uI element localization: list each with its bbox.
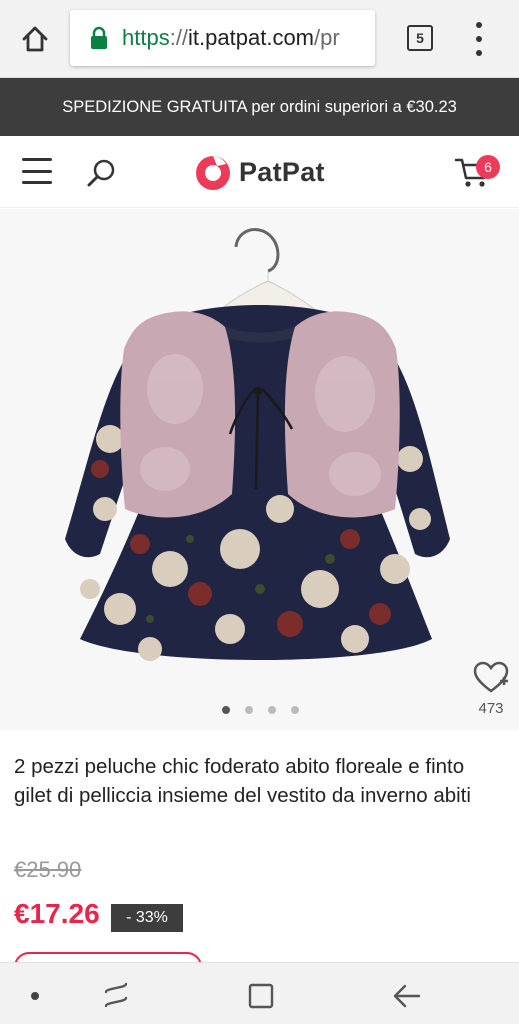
carousel-dots	[222, 706, 299, 714]
wishlist-count: 473	[478, 700, 504, 717]
site-logo[interactable]: PatPat	[193, 152, 325, 192]
hamburger-icon[interactable]	[22, 158, 52, 184]
promo-text: SPEDIZIONE GRATUITA per ordini superiori…	[62, 97, 457, 116]
home-square-icon[interactable]	[247, 982, 275, 1010]
product-gallery[interactable]: 473	[0, 209, 519, 730]
recent-apps-icon[interactable]	[100, 980, 132, 1012]
url-scheme: https	[122, 25, 170, 50]
browser-toolbar: https://it.patpat.com/pr 5	[0, 0, 519, 78]
sale-price: €17.26	[14, 898, 100, 929]
carousel-dot[interactable]	[222, 706, 230, 714]
carousel-dot[interactable]	[268, 706, 276, 714]
discount-badge: - 33%	[111, 904, 183, 932]
dot-icon[interactable]	[31, 992, 39, 1000]
url-host: it.patpat.com	[188, 25, 314, 50]
url-text: https://it.patpat.com/pr	[122, 25, 340, 51]
site-header: PatPat	[0, 136, 519, 208]
carousel-dot[interactable]	[291, 706, 299, 714]
patpat-logo-icon	[196, 156, 230, 190]
promo-banner[interactable]: SPEDIZIONE GRATUITA per ordini superiori…	[0, 78, 519, 136]
home-icon[interactable]	[16, 20, 54, 58]
url-bar[interactable]: https://it.patpat.com/pr	[70, 10, 375, 66]
lock-icon	[91, 26, 107, 49]
original-price: €25.90	[14, 857, 82, 882]
more-vert-icon[interactable]	[468, 22, 490, 56]
search-icon[interactable]	[84, 156, 118, 190]
back-arrow-icon[interactable]	[392, 982, 422, 1010]
logo-text: PatPat	[239, 156, 325, 187]
product-image[interactable]	[0, 209, 519, 730]
heart-plus-icon[interactable]	[472, 661, 510, 695]
product-title: 2 pezzi peluche chic foderato abito flor…	[14, 755, 471, 807]
url-separator: ://	[169, 25, 189, 50]
tab-switcher-button[interactable]: 5	[407, 25, 433, 51]
url-path: /pr	[314, 25, 340, 50]
cart-count-badge: 6	[476, 155, 500, 179]
carousel-dot[interactable]	[245, 706, 253, 714]
